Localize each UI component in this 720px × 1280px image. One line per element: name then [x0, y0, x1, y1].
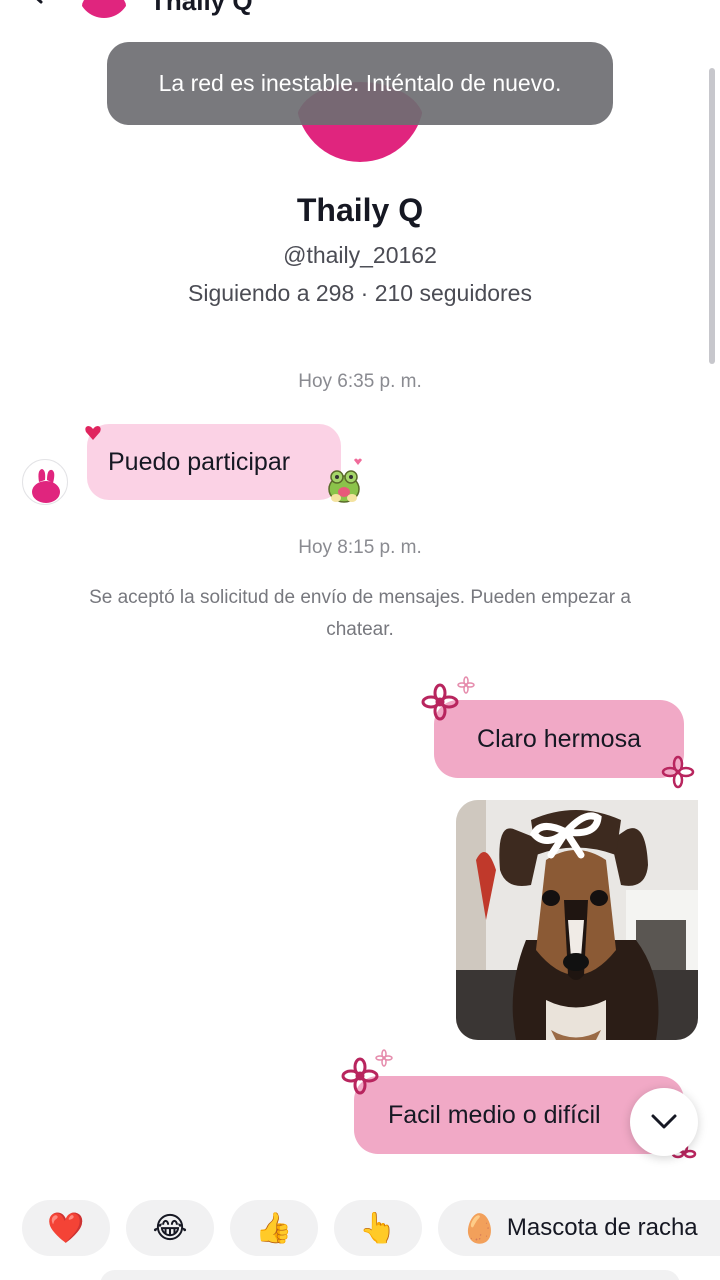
profile-stats: Siguiendo a 298 · 210 seguidores: [188, 280, 532, 306]
timestamp: Hoy 6:35 p. m.: [298, 371, 422, 392]
system-message: Se aceptó la solicitud de envío de mensa…: [89, 587, 631, 640]
laughing-face-icon: 😂: [152, 1211, 188, 1245]
network-error-toast: La red es inestable. Inténtalo de nuevo.: [107, 42, 613, 125]
dog-photo-message[interactable]: [456, 800, 698, 1040]
timestamp: Hoy 8:15 p. m.: [298, 537, 422, 558]
heart-decoration-icon: [85, 426, 101, 440]
quick-replies-bar: ❤️ 😂 👍 👆 🥚 Mascota de racha: [0, 1200, 720, 1256]
back-arrow-icon[interactable]: [26, 0, 48, 4]
scrollbar[interactable]: [709, 68, 715, 364]
header-avatar[interactable]: [78, 0, 130, 18]
header-name[interactable]: Thaily Q: [150, 0, 253, 17]
pointing-up-icon: 👆: [359, 1211, 397, 1245]
flower-decoration-icon: [661, 755, 695, 789]
sender-avatar[interactable]: [22, 459, 68, 505]
toast-text: La red es inestable. Inténtalo de nuevo.: [158, 70, 562, 96]
thumbs-up-icon: 👍: [255, 1211, 293, 1245]
profile-name: Thaily Q: [296, 192, 424, 228]
scroll-to-bottom-button[interactable]: [630, 1088, 698, 1156]
quick-reply-point-up[interactable]: 👆: [334, 1200, 422, 1256]
profile-handle: @thaily_20162: [283, 242, 437, 268]
flower-decoration-icon: [421, 676, 475, 721]
message-text: Claro hermosa: [477, 724, 641, 753]
quick-reply-thumbs-up[interactable]: 👍: [230, 1200, 318, 1256]
egg-icon: 🥚: [462, 1212, 497, 1244]
heart-icon: ❤️: [47, 1211, 85, 1245]
chevron-down-icon: [651, 1114, 677, 1129]
quick-reply-heart[interactable]: ❤️: [22, 1200, 110, 1256]
streak-pet-button[interactable]: 🥚 Mascota de racha: [438, 1200, 720, 1256]
flower-decoration-icon: [341, 1049, 393, 1095]
incoming-message-bubble[interactable]: Puedo participar: [87, 424, 341, 500]
message-input[interactable]: [100, 1270, 680, 1280]
streak-pet-label: Mascota de racha: [506, 1214, 698, 1241]
frog-sticker-icon: [328, 458, 362, 503]
message-text: Puedo participar: [108, 447, 291, 476]
quick-reply-laugh[interactable]: 😂: [126, 1200, 214, 1256]
message-text: Facil medio o difícil: [388, 1100, 601, 1129]
top-header: Thaily Q: [0, 0, 720, 20]
